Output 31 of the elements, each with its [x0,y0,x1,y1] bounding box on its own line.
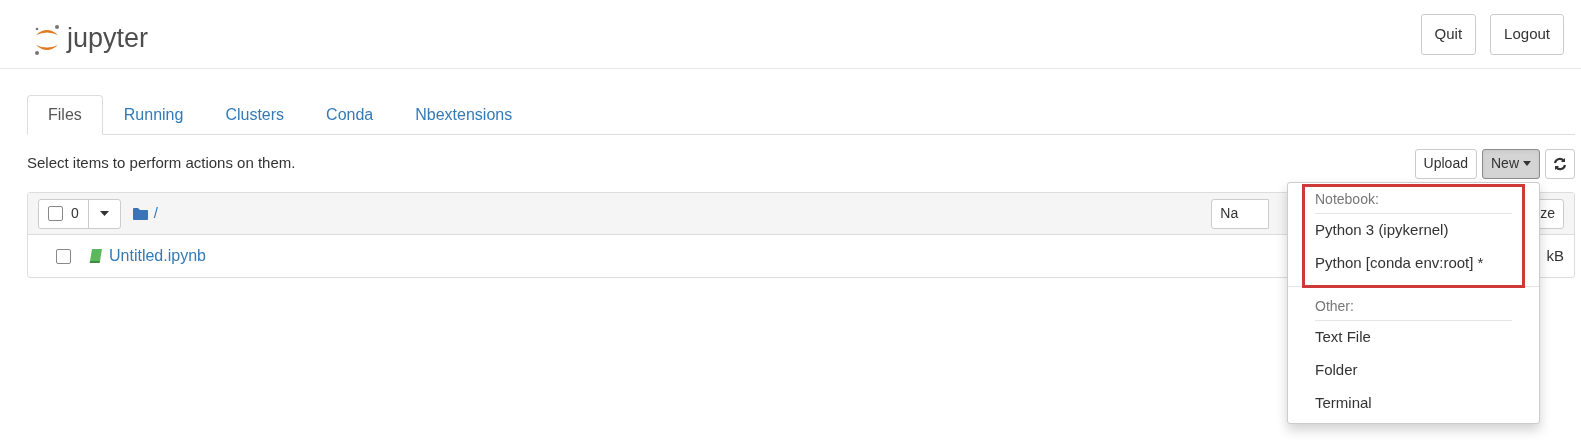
tab[interactable]: Conda [305,95,395,134]
tab[interactable]: Files [27,95,103,135]
selected-count: 0 [71,204,79,223]
caret-icon [99,211,109,216]
logo-text: jupyter [67,24,149,52]
refresh-icon [1553,156,1567,171]
tab[interactable]: Running [102,95,205,134]
menu-heading: Other: [1315,293,1512,321]
file-size: kB [1546,245,1564,266]
path-text[interactable]: / [153,202,158,225]
tab[interactable]: Clusters [204,95,306,134]
file-link[interactable]: Untitled.ipynb [109,244,206,268]
tab[interactable]: Nbextensions [394,95,534,134]
menu-item[interactable]: Terminal [1315,387,1512,420]
menu-item[interactable]: Python 3 (ipykernel) [1315,214,1512,247]
folder-icon [132,207,148,220]
jupyter-logo-icon [33,23,61,57]
menu-item[interactable]: Folder [1315,354,1512,387]
sort-button[interactable]: Na [1211,198,1270,229]
row-checkbox[interactable] [56,248,71,264]
header-button[interactable]: Logout [1490,13,1564,55]
menu-item[interactable]: Python [conda env:root] * [1315,247,1512,280]
hint-text: Select items to perform actions on them. [27,153,296,174]
caret-icon [1523,161,1531,166]
menu-item[interactable]: Text File [1315,321,1512,354]
new-button[interactable]: New [1482,148,1540,179]
notebook-icon [89,249,103,263]
select-all-checkbox[interactable] [48,206,63,221]
upload-button[interactable]: Upload [1414,148,1477,179]
refresh-button[interactable] [1545,148,1575,179]
header-button[interactable]: Quit [1420,13,1477,55]
